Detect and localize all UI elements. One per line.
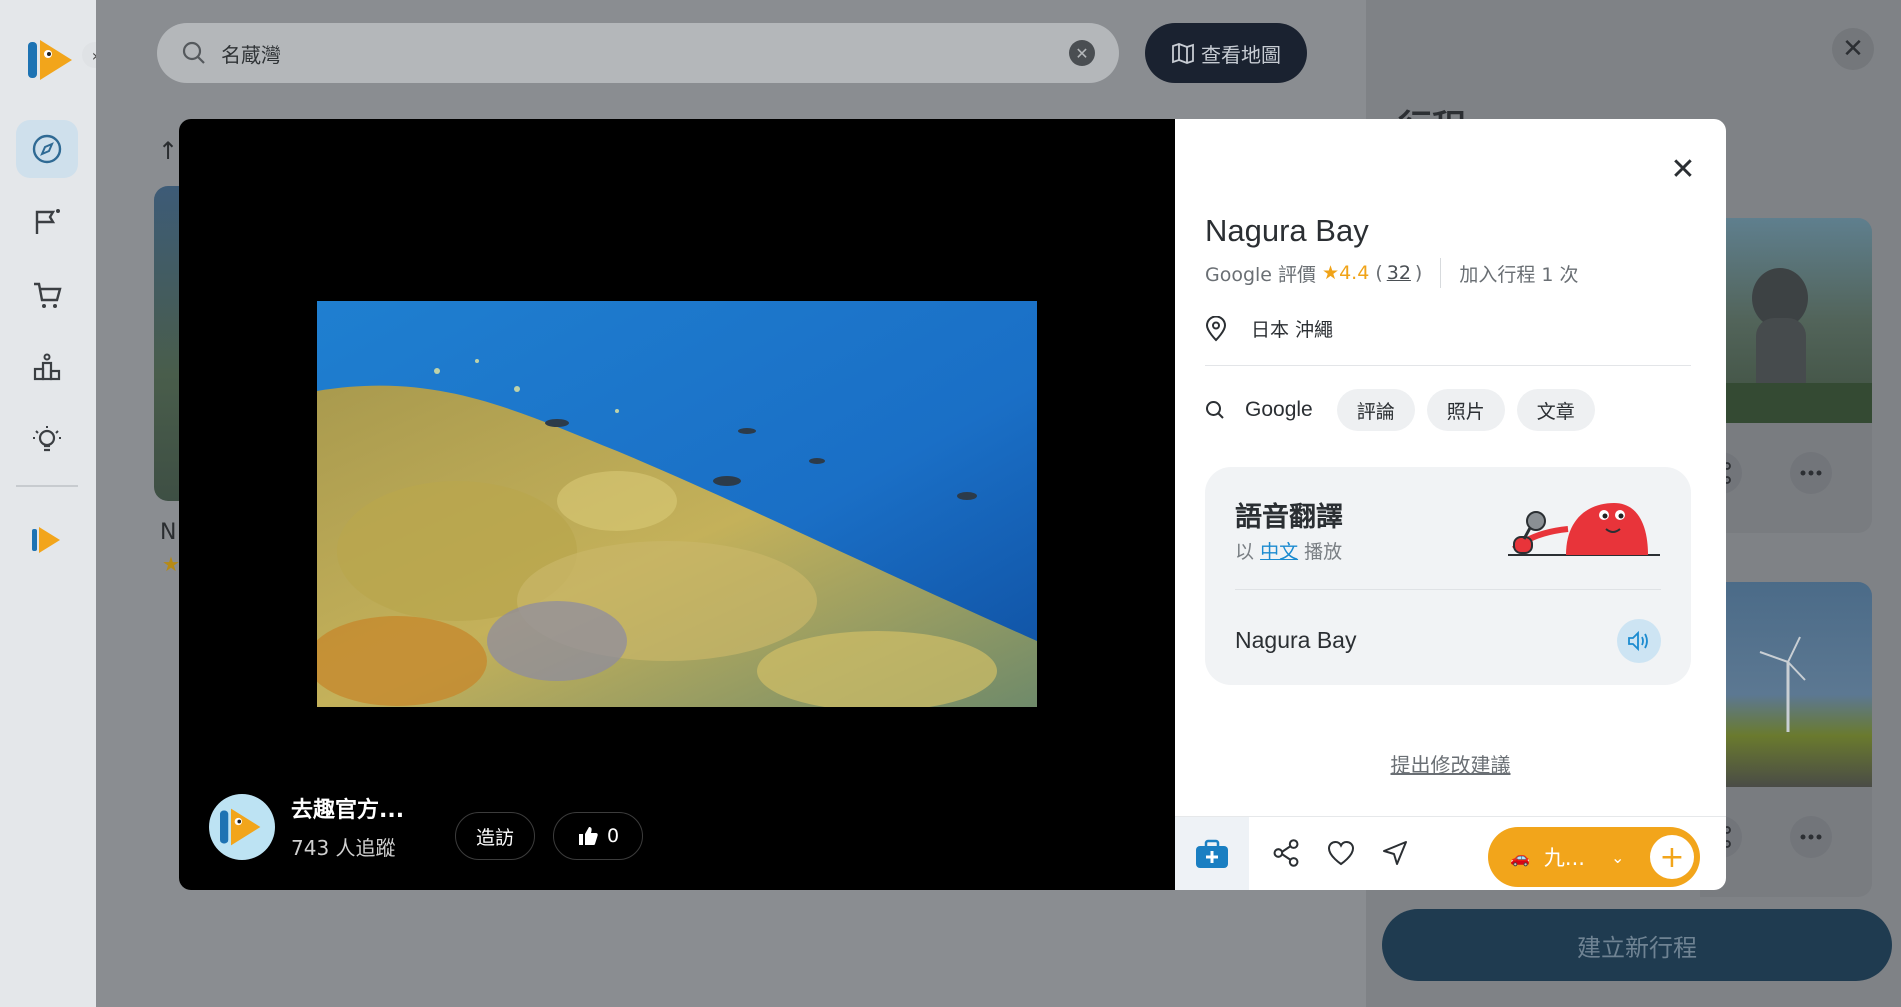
author-logo-icon (220, 808, 261, 845)
sidebar-item-ideas[interactable] (16, 411, 78, 469)
translation-divider (1235, 589, 1661, 590)
sidebar-item-explore[interactable] (16, 120, 78, 178)
translation-suffix: 播放 (1304, 541, 1343, 563)
location-pin-icon (1205, 315, 1227, 341)
add-to-collection-button[interactable] (1175, 817, 1249, 890)
trip-selector[interactable]: 🚗 九... ⌄ + (1488, 827, 1700, 887)
author-info[interactable]: 去趣官方... 743 人追蹤 (209, 792, 404, 861)
play-audio-button[interactable] (1617, 619, 1661, 663)
flag-icon (35, 209, 60, 234)
rating-source: Google 評價 (1205, 263, 1317, 286)
view-map-button[interactable]: 查看地圖 (1145, 23, 1307, 83)
place-modal: 去趣官方... 743 人追蹤 造訪 0 ✕ Nagura Bay Google… (179, 119, 1726, 890)
rating-paren-close: ) (1414, 262, 1423, 284)
more-icon (1800, 834, 1822, 840)
added-to-trips-count: 加入行程 1 次 (1459, 263, 1579, 286)
search-bar[interactable]: ✕ (157, 23, 1119, 83)
speaker-icon (1628, 630, 1648, 652)
chevron-down-icon[interactable]: ⌄ (1611, 848, 1624, 867)
sidebar-item-ranking[interactable] (16, 338, 78, 396)
external-search-row: Google 評論 照片 文章 (1205, 389, 1607, 431)
like-count: 0 (606, 825, 620, 847)
sidebar-item-brand[interactable] (16, 510, 78, 568)
author-name[interactable]: 去趣官方... (291, 792, 404, 824)
like-button[interactable]: 0 (553, 812, 643, 860)
cart-icon (34, 282, 62, 308)
view-map-label: 查看地圖 (1201, 42, 1281, 67)
media-viewer: 去趣官方... 743 人追蹤 造訪 0 (179, 119, 1175, 890)
map-icon (1172, 43, 1194, 64)
sidebar: › (0, 0, 108, 1007)
sidebar-divider (16, 485, 78, 487)
place-name: Nagura Bay (1205, 213, 1369, 248)
trip-selector-label: 九... (1543, 846, 1585, 870)
rating-paren-open: ( (1375, 262, 1383, 284)
location-text: 日本 沖繩 (1251, 319, 1334, 341)
compass-icon (32, 134, 62, 164)
clear-search-button[interactable]: ✕ (1069, 40, 1095, 66)
rating-score: 4.4 (1339, 262, 1370, 284)
translation-language-link[interactable]: 中文 (1260, 541, 1298, 563)
trip-card-more-button[interactable] (1790, 452, 1832, 494)
review-count-link[interactable]: 32 (1387, 262, 1411, 284)
action-bar: 🚗 九... ⌄ + (1175, 816, 1726, 890)
place-info-panel: ✕ Nagura Bay Google 評價 ★ 4.4 ( 32 ) 加入行程… (1175, 119, 1726, 890)
coral-reef-image (317, 301, 1037, 707)
trip-panel-close-button[interactable]: ✕ (1832, 28, 1874, 70)
location-row: 日本 沖繩 (1205, 315, 1333, 342)
translation-phrase: Nagura Bay (1235, 627, 1357, 653)
rating-divider (1440, 258, 1442, 288)
podium-icon (33, 353, 61, 381)
search-icon (182, 41, 205, 64)
trip-card-more-button[interactable] (1790, 816, 1832, 858)
lightbulb-icon (33, 426, 61, 452)
place-photo[interactable] (317, 301, 1037, 707)
translation-title: 語音翻譯 (1235, 502, 1343, 533)
rating-row: Google 評價 ★ 4.4 ( 32 ) 加入行程 1 次 (1205, 258, 1579, 288)
sidebar-item-shop[interactable] (16, 266, 78, 324)
brand-mini-icon (32, 527, 60, 553)
briefcase-plus-icon (1196, 839, 1228, 868)
search-input[interactable] (221, 41, 1069, 65)
reviews-chip[interactable]: 評論 (1336, 389, 1415, 431)
photos-chip[interactable]: 照片 (1426, 389, 1505, 431)
heart-icon (1327, 840, 1355, 866)
visit-button[interactable]: 造訪 (455, 812, 535, 860)
search-icon (1206, 401, 1224, 419)
suggest-edit-link[interactable]: 提出修改建議 (1175, 749, 1726, 778)
translation-prefix: 以 (1235, 541, 1255, 563)
navigate-button[interactable] (1375, 833, 1415, 873)
result-card-title[interactable]: N (160, 520, 176, 545)
add-to-trip-button[interactable]: + (1650, 835, 1694, 879)
divider (1205, 365, 1691, 366)
favorite-button[interactable] (1321, 833, 1361, 873)
navigation-arrow-icon (1383, 841, 1407, 865)
google-search-link[interactable]: Google (1245, 398, 1313, 422)
share-button[interactable] (1266, 833, 1306, 873)
voice-translation-card: 語音翻譯 以 中文 播放 Nagura Bay (1205, 467, 1691, 685)
result-card-star-icon: ★ (162, 552, 180, 576)
app-logo-icon[interactable] (28, 34, 76, 86)
sidebar-item-trips[interactable] (16, 193, 78, 251)
author-followers: 743 人追蹤 (291, 836, 396, 860)
articles-chip[interactable]: 文章 (1516, 389, 1595, 431)
car-icon: 🚗 (1510, 847, 1530, 867)
more-icon (1800, 470, 1822, 476)
mascot-microphone-illustration (1508, 503, 1660, 556)
star-icon: ★ (1322, 262, 1340, 284)
author-avatar[interactable] (209, 793, 275, 860)
create-new-trip-button[interactable]: 建立新行程 (1382, 909, 1892, 981)
sort-arrow-icon[interactable]: ↑ (158, 137, 178, 165)
translation-subtitle: 以 中文 播放 (1235, 537, 1342, 564)
modal-close-button[interactable]: ✕ (1665, 151, 1701, 187)
thumbs-up-icon (578, 827, 598, 845)
share-icon (1273, 839, 1299, 867)
